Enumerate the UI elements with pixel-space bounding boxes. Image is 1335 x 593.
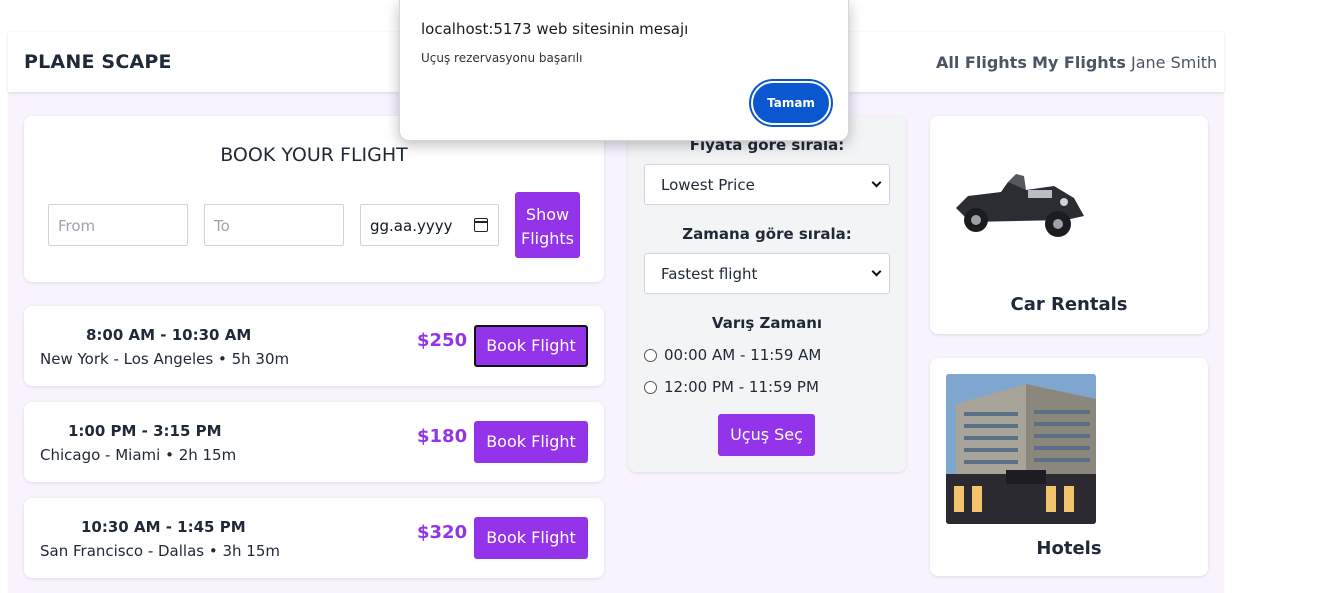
calendar-icon[interactable] <box>474 218 488 232</box>
vintage-car-image <box>956 174 1084 237</box>
flight-time: 8:00 AM - 10:30 AM <box>86 326 252 344</box>
show-flights-button[interactable]: Show Flights <box>515 192 580 258</box>
flight-time: 1:00 PM - 3:15 PM <box>68 422 222 440</box>
brand-logo-text[interactable]: PLANE SCAPE <box>24 51 172 73</box>
browser-alert-dialog: localhost:5173 web sitesinin mesajı Uçuş… <box>399 0 849 141</box>
flight-time: 10:30 AM - 1:45 PM <box>81 518 246 536</box>
arrival-option-label: 12:00 PM - 11:59 PM <box>664 378 819 396</box>
hotels-card[interactable]: Hotels <box>930 358 1208 576</box>
book-flight-button[interactable]: Book Flight <box>474 421 588 463</box>
date-input-value: gg.aa.yyyy <box>370 217 453 235</box>
nav-user-name[interactable]: Jane Smith <box>1131 53 1217 72</box>
arrival-time-label: Varış Zamanı <box>711 314 823 332</box>
flight-route: Chicago - Miami • 2h 15m <box>40 446 237 464</box>
dialog-title: localhost:5173 web sitesinin mesajı <box>421 20 689 38</box>
nav-my-flights[interactable]: My Flights <box>1032 53 1126 72</box>
arrival-option-afternoon[interactable]: 12:00 PM - 11:59 PM <box>644 378 819 396</box>
car-rentals-card[interactable]: Car Rentals <box>930 116 1208 334</box>
to-input[interactable]: To <box>204 204 344 246</box>
from-input[interactable]: From <box>48 204 188 246</box>
flight-price: $180 <box>417 426 468 447</box>
price-sort-select[interactable]: Lowest Price <box>644 164 890 205</box>
select-flight-button[interactable]: Uçuş Seç <box>718 414 815 456</box>
chevron-down-icon <box>871 177 882 188</box>
sort-filter-panel: Fiyata göre sırala: Lowest Price Zamana … <box>628 116 906 472</box>
flight-price: $250 <box>417 330 468 351</box>
dialog-ok-button[interactable]: Tamam <box>751 81 831 125</box>
arrival-option-morning[interactable]: 00:00 AM - 11:59 AM <box>644 346 821 364</box>
time-sort-value: Fastest flight <box>661 265 758 283</box>
price-sort-value: Lowest Price <box>661 176 755 194</box>
book-flight-button[interactable]: Book Flight <box>474 517 588 559</box>
flight-card: 1:00 PM - 3:15 PM Chicago - Miami • 2h 1… <box>24 402 604 482</box>
date-input[interactable]: gg.aa.yyyy <box>360 204 499 246</box>
flight-route: San Francisco - Dallas • 3h 15m <box>40 542 280 560</box>
flight-card: 8:00 AM - 10:30 AM New York - Los Angele… <box>24 306 604 386</box>
radio-button[interactable] <box>644 349 657 362</box>
radio-button[interactable] <box>644 381 657 394</box>
book-flight-button[interactable]: Book Flight <box>474 325 588 367</box>
nav-all-flights[interactable]: All Flights <box>936 53 1027 72</box>
dialog-message: Uçuş rezervasyonu başarılı <box>421 51 583 65</box>
car-rentals-title: Car Rentals <box>1010 294 1128 315</box>
flight-price: $320 <box>417 522 468 543</box>
hotel-building-image <box>946 374 1096 524</box>
time-sort-label: Zamana göre sırala: <box>682 225 852 243</box>
flight-route: New York - Los Angeles • 5h 30m <box>40 350 290 368</box>
flight-card: 10:30 AM - 1:45 PM San Francisco - Dalla… <box>24 498 604 578</box>
arrival-option-label: 00:00 AM - 11:59 AM <box>664 346 822 364</box>
hotels-title: Hotels <box>1036 538 1102 559</box>
time-sort-select[interactable]: Fastest flight <box>644 253 890 294</box>
booking-title: BOOK YOUR FLIGHT <box>220 144 408 166</box>
chevron-down-icon <box>871 266 882 277</box>
